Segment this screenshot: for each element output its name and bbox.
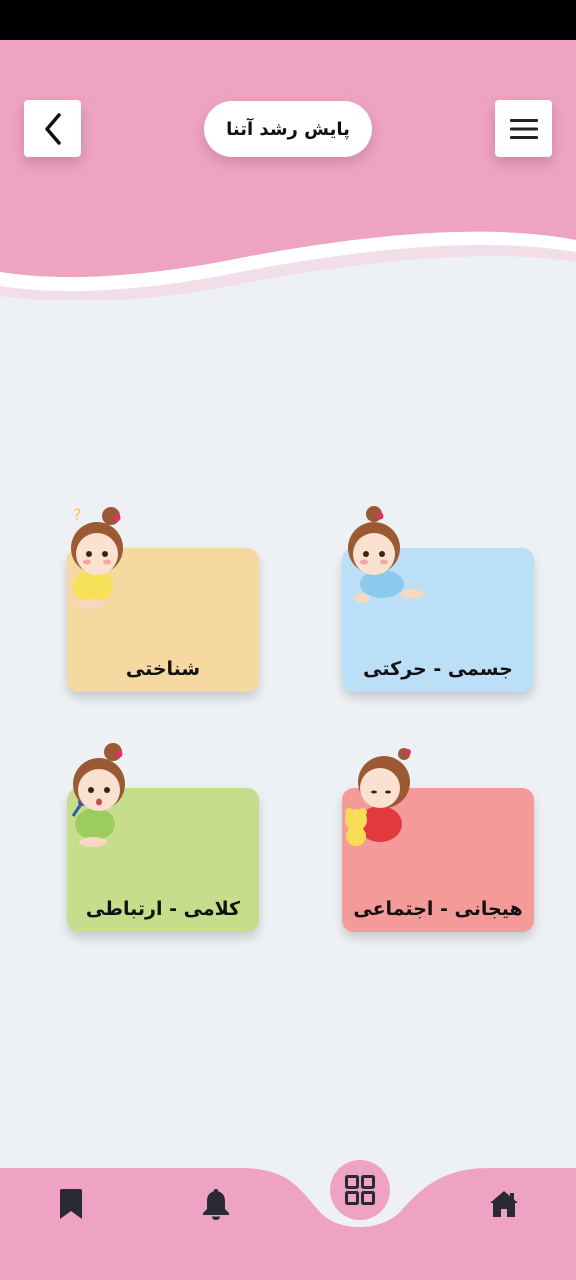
crawling-baby-illustration: [348, 506, 424, 603]
back-button[interactable]: [24, 100, 81, 157]
category-label: کلامی - ارتباطی: [85, 898, 241, 920]
nav-bookmark-button[interactable]: [47, 1180, 95, 1228]
bookmark-icon: [60, 1189, 82, 1219]
nav-categories-button[interactable]: [330, 1160, 390, 1220]
category-card-verbal-communication[interactable]: کلامی - ارتباطی: [67, 743, 259, 932]
menu-button[interactable]: [495, 100, 552, 157]
header-background: [0, 40, 576, 300]
nav-home-button[interactable]: [480, 1180, 528, 1228]
thinking-baby-illustration: ?: [71, 505, 123, 609]
baby-with-teddy-illustration: [345, 748, 411, 846]
home-icon: [490, 1191, 518, 1217]
baby-with-microphone-illustration: [71, 743, 125, 847]
nav-notifications-button[interactable]: [192, 1180, 240, 1228]
category-card-cognitive[interactable]: ? شناختی: [67, 505, 259, 692]
grid-icon: [345, 1175, 375, 1205]
svg-text:?: ?: [73, 505, 82, 524]
bell-icon: [203, 1189, 229, 1220]
category-card-emotional-social[interactable]: هیجانی - اجتماعی: [342, 748, 534, 932]
category-label: شناختی: [125, 658, 201, 680]
page-title: پایش رشد آتنا: [204, 101, 372, 157]
chevron-left-icon: [44, 112, 61, 145]
hamburger-menu-icon: [509, 118, 538, 139]
category-label: هیجانی - اجتماعی: [353, 898, 523, 920]
category-card-physical-motor[interactable]: جسمی - حرکتی: [342, 506, 534, 692]
status-bar: [0, 0, 576, 40]
category-label: جسمی - حرکتی: [363, 658, 513, 680]
